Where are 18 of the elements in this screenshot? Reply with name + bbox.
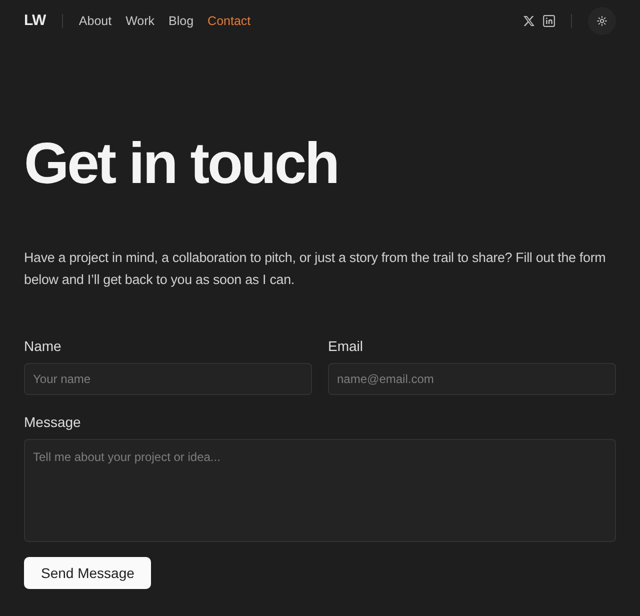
field-label: Email [328, 337, 364, 356]
nav-link[interactable]: Blog [168, 12, 194, 30]
text-field[interactable]: name@email.com [328, 363, 616, 395]
field-label: Name [24, 337, 62, 356]
field-label: Message [24, 413, 81, 432]
nav-link[interactable]: Contact [208, 12, 251, 30]
send-message-button[interactable]: Send Message [24, 557, 152, 589]
theme-toggle-button[interactable] [588, 7, 616, 35]
linkedin-logo-icon[interactable] [543, 15, 555, 27]
sun-icon [597, 16, 607, 26]
intro-paragraph: Have a project in mind, a collaboration to pitch, or just a story from the trail to share? Fill out the form below and I’ll get back to you as soon as I can. [24, 249, 607, 289]
nav-link[interactable]: Work [126, 12, 155, 30]
nav-link[interactable]: About [78, 12, 112, 30]
text-field[interactable]: Your name [24, 363, 312, 395]
x-logo-icon[interactable] [523, 15, 535, 27]
logo-link[interactable]: LW [24, 10, 46, 32]
page-heading: Get in touch [24, 132, 339, 196]
message-field[interactable]: Tell me about your project or idea... [24, 439, 616, 542]
